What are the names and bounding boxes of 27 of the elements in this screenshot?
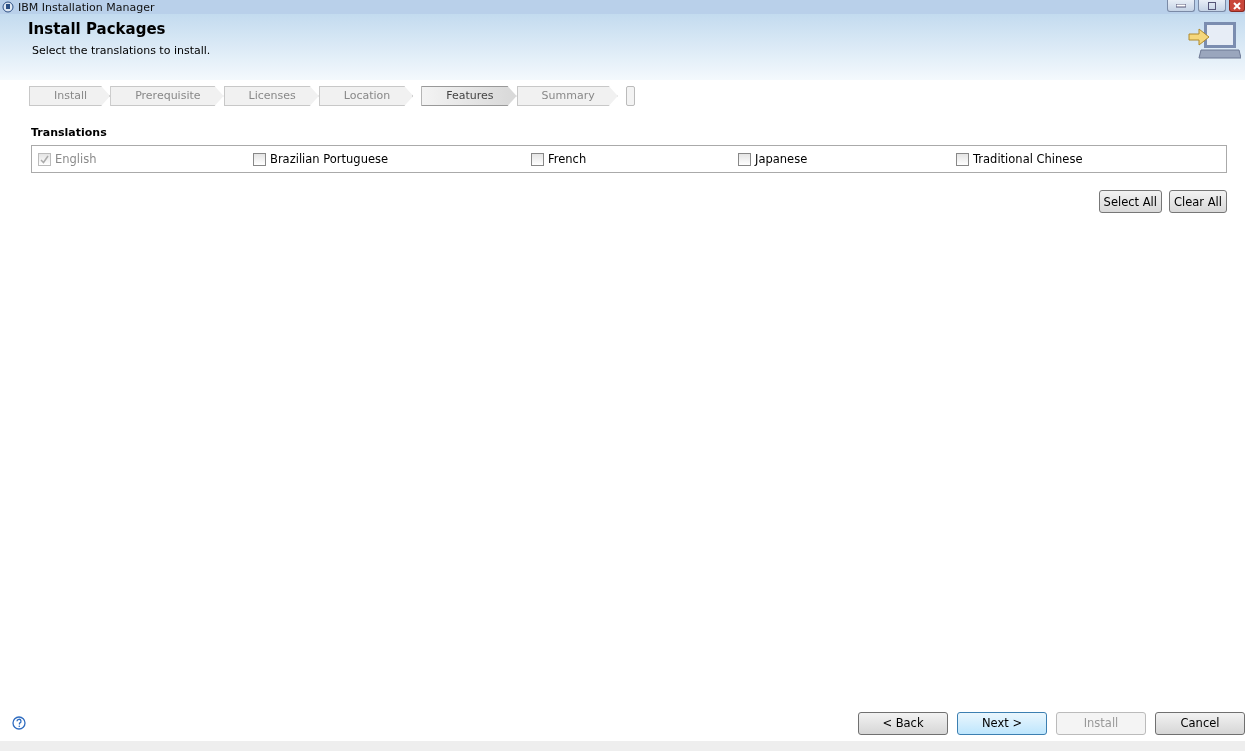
- wizard-button[interactable]: < Back: [858, 711, 948, 735]
- minimize-button[interactable]: [1167, 0, 1195, 12]
- page-subtitle: Select the translations to install.: [32, 44, 212, 57]
- close-icon: [1233, 1, 1241, 10]
- checkbox-label[interactable]: Japanese: [755, 152, 808, 166]
- close-button[interactable]: [1229, 0, 1245, 12]
- maximize-icon: [1208, 1, 1216, 10]
- checkbox-label[interactable]: Traditional Chinese: [973, 152, 1083, 166]
- section-title: Translations: [31, 126, 108, 139]
- maximize-button[interactable]: [1198, 0, 1226, 12]
- wizard-button[interactable]: Next >: [957, 711, 1047, 735]
- page-title: Install Packages: [28, 20, 167, 38]
- checkbox-label[interactable]: French: [548, 152, 587, 166]
- wizard-button[interactable]: Cancel: [1155, 711, 1245, 735]
- checkbox[interactable]: [738, 152, 751, 166]
- checkbox-label[interactable]: Brazilian Portuguese: [270, 152, 389, 166]
- checkbox[interactable]: [253, 152, 266, 166]
- minimize-icon: [1176, 3, 1186, 8]
- list-button[interactable]: Select All: [1098, 190, 1162, 213]
- window-title: IBM Installation Manager: [18, 0, 155, 14]
- checkbox[interactable]: [956, 152, 969, 166]
- wizard-step[interactable]: Features: [421, 86, 517, 106]
- wizard-step-end: [625, 86, 635, 106]
- help-icon[interactable]: [12, 716, 26, 730]
- list-button[interactable]: Clear All: [1169, 190, 1227, 213]
- checkbox[interactable]: [531, 152, 544, 166]
- app-icon: [2, 1, 14, 13]
